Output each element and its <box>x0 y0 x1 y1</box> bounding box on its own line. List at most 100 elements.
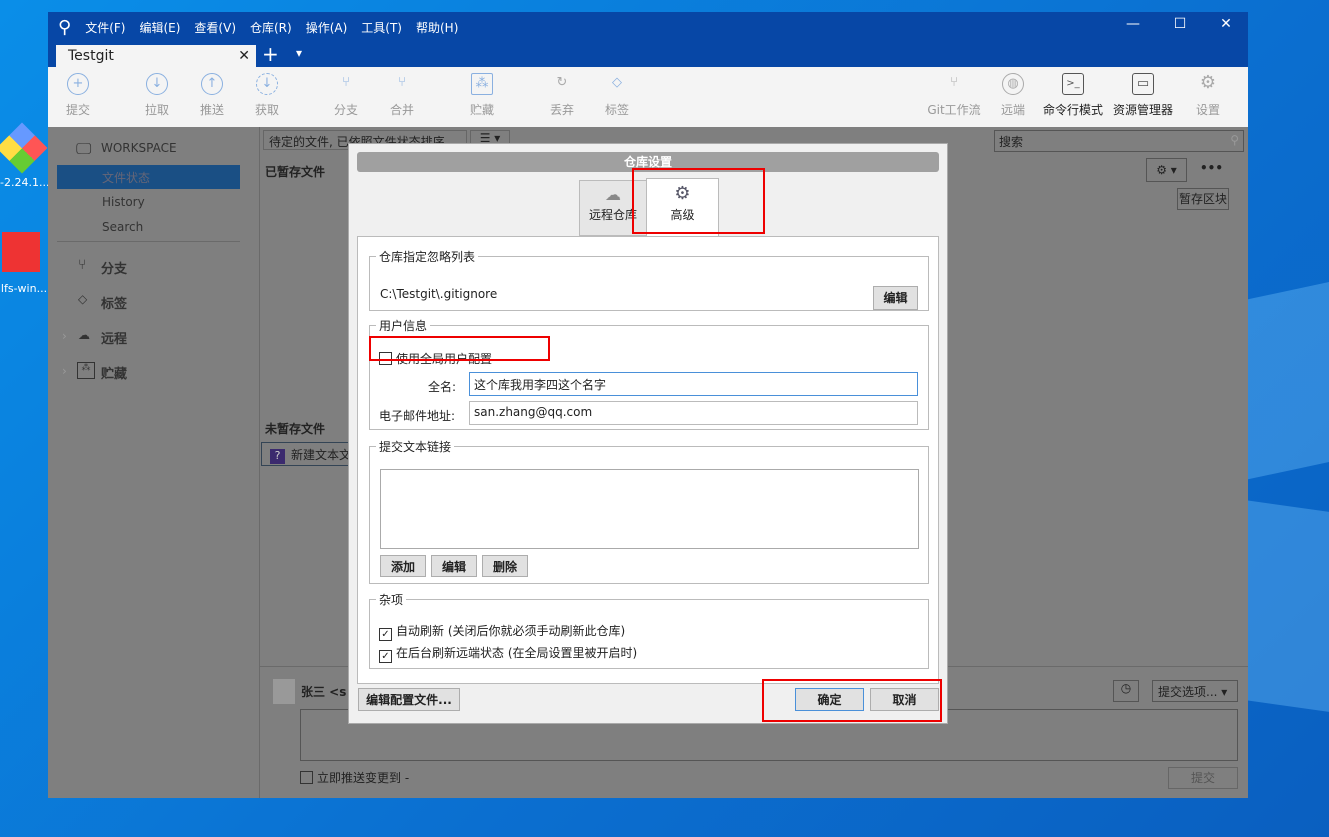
commit-options-dropdown[interactable]: 提交选项... ▾ <box>1152 680 1238 702</box>
sidebar-item-history[interactable]: History <box>102 195 145 209</box>
email-label: 电子邮件地址: <box>379 409 456 423</box>
tag-button[interactable]: ◇ 标签 <box>587 73 647 118</box>
sidebar-item-search[interactable]: Search <box>102 220 143 234</box>
settings-button[interactable]: ⚙ 设置 <box>1178 73 1238 118</box>
discard-button[interactable]: ↻ 丢弃 <box>532 73 592 118</box>
label: Git工作流 <box>927 103 981 117</box>
push-button[interactable]: ↑ 推送 <box>182 73 242 118</box>
label: 分支 <box>333 103 358 117</box>
label: 提交选项... <box>1158 685 1218 699</box>
fetch-button[interactable]: ↓ 获取 <box>237 73 297 118</box>
background-refresh-checkbox[interactable]: ✓ 在后台刷新远端状态 (在全局设置里被开启时) <box>379 644 637 663</box>
commit-text-links-group: 提交文本链接 添加 编辑 删除 <box>369 438 929 584</box>
git-flow-button[interactable]: ⑂ Git工作流 <box>924 73 984 118</box>
repo-tab-title: Testgit <box>68 48 114 64</box>
folder-icon: ▭ <box>1132 73 1154 95</box>
label: 设置 <box>1195 103 1220 117</box>
add-link-button[interactable]: 添加 <box>380 555 426 577</box>
chevron-right-icon[interactable]: › <box>62 364 67 378</box>
label: 资源管理器 <box>1112 103 1173 117</box>
merge-button[interactable]: ⑂ 合并 <box>372 73 432 118</box>
git-installer-icon <box>0 122 48 174</box>
desktop-icon-lfs[interactable]: lfs-win... <box>0 232 48 295</box>
avatar <box>273 679 295 704</box>
menu-help[interactable]: 帮助(H) <box>416 19 458 36</box>
group-label: 杂项 <box>379 593 404 607</box>
label: 推送 <box>199 103 224 117</box>
delete-link-button[interactable]: 删除 <box>482 555 528 577</box>
divider <box>57 241 240 242</box>
repo-tab[interactable]: Testgit ✕ <box>56 45 256 68</box>
sidebar-section-remotes[interactable]: 远程 <box>101 328 127 347</box>
label: 拉取 <box>144 103 169 117</box>
tab-dropdown-icon[interactable]: ▾ <box>296 46 302 60</box>
menu-repository[interactable]: 仓库(R) <box>250 19 292 36</box>
edit-ignore-button[interactable]: 编辑 <box>873 286 918 310</box>
links-list[interactable] <box>380 469 919 549</box>
menu-view[interactable]: 查看(V) <box>194 19 236 36</box>
close-button[interactable]: ✕ <box>1211 16 1241 32</box>
group-label: 仓库指定忽略列表 <box>379 250 476 264</box>
label: 文件状态 <box>102 171 151 185</box>
stash-icon: ⁂ <box>77 362 95 379</box>
commit-button[interactable]: + 提交 <box>48 73 108 118</box>
group-label: 用户信息 <box>379 319 428 333</box>
new-tab-button[interactable]: + <box>262 42 279 66</box>
monitor-icon: 🖵 <box>76 139 92 158</box>
label: 远程仓库 <box>588 208 637 222</box>
edit-config-file-button[interactable]: 编辑配置文件... <box>358 688 460 711</box>
sidebar-divider <box>259 127 260 798</box>
close-tab-icon[interactable]: ✕ <box>238 48 250 64</box>
misc-group: 杂项 ✓ 自动刷新 (关闭后你就必须手动刷新此仓库) ✓ 在后台刷新远端状态 (在全… <box>369 591 929 669</box>
search-input[interactable]: 搜索 ⚲ <box>994 130 1244 152</box>
staged-files-heading: 已暂存文件 <box>265 165 326 179</box>
remote-button[interactable]: ◍ 远端 <box>983 73 1043 118</box>
desktop-icon-label: lfs-win... <box>0 282 48 295</box>
push-now-checkbox[interactable]: 立即推送变更到 - <box>300 769 409 786</box>
pull-button[interactable]: ↓ 拉取 <box>127 73 187 118</box>
fetch-icon: ↓ <box>256 73 278 95</box>
stage-hunk-button[interactable]: 暂存区块 <box>1177 188 1229 210</box>
sidebar-section-tags[interactable]: 标签 <box>101 293 127 312</box>
history-clock-button[interactable]: ◷ <box>1113 680 1139 702</box>
label: 自动刷新 (关闭后你就必须手动刷新此仓库) <box>396 624 626 638</box>
email-input[interactable]: san.zhang@qq.com <box>469 401 918 425</box>
maximize-button[interactable]: ☐ <box>1165 16 1195 32</box>
sourcetree-logo-icon: ⚲ <box>58 16 72 38</box>
stash-button[interactable]: ⁂ 贮藏 <box>452 73 512 118</box>
sidebar-section-stashes[interactable]: 贮藏 <box>101 363 127 382</box>
placeholder: 搜索 <box>999 135 1024 149</box>
branch-button[interactable]: ⑂ 分支 <box>316 73 376 118</box>
sidebar-item-file-status[interactable]: 文件状态 <box>57 165 240 189</box>
minimize-button[interactable]: — <box>1118 16 1148 32</box>
label: 丢弃 <box>549 103 574 117</box>
ignore-list-group: 仓库指定忽略列表 C:\Testgit\.gitignore 编辑 <box>369 248 929 311</box>
file-row[interactable]: ? 新建文本文 <box>261 442 361 466</box>
menu-actions[interactable]: 操作(A) <box>306 19 348 36</box>
edit-link-button[interactable]: 编辑 <box>431 555 477 577</box>
chevron-right-icon[interactable]: › <box>62 329 67 343</box>
commit-submit-button[interactable]: 提交 <box>1168 767 1238 789</box>
desktop-icon-git[interactable]: -2.24.1... <box>0 122 49 189</box>
terminal-button[interactable]: >_ 命令行模式 <box>1038 73 1108 118</box>
more-icon[interactable]: ••• <box>1200 161 1223 175</box>
gear-icon: ⚙ <box>1199 72 1217 93</box>
menu-bar: ⚲ 文件(F) 编辑(E) 查看(V) 仓库(R) 操作(A) 工具(T) 帮助… <box>48 12 1248 42</box>
menu-edit[interactable]: 编辑(E) <box>139 19 180 36</box>
highlight-box <box>369 336 550 361</box>
tab-bar: Testgit ✕ + ▾ <box>48 42 1248 68</box>
full-name-input[interactable]: 这个库我用李四这个名字 <box>469 372 918 396</box>
label: 合并 <box>389 103 414 117</box>
options-gear-button[interactable]: ⚙ ▾ <box>1146 158 1187 182</box>
menu-file[interactable]: 文件(F) <box>85 19 125 36</box>
toolbar: + 提交 ↓ 拉取 ↑ 推送 ↓ 获取 ⑂ 分支 ⑂ 合并 ⁂ 贮藏 ↻ 丢弃 ◇ 标签 ⑂ Git… <box>48 67 1248 127</box>
tab-content: 仓库指定忽略列表 C:\Testgit\.gitignore 编辑 用户信息 使… <box>357 236 939 684</box>
author-label: 张三 <s <box>301 685 347 699</box>
explorer-button[interactable]: ▭ 资源管理器 <box>1108 73 1178 118</box>
lfs-installer-icon <box>2 232 40 272</box>
auto-refresh-checkbox[interactable]: ✓ 自动刷新 (关闭后你就必须手动刷新此仓库) <box>379 622 625 641</box>
unstaged-files-heading: 未暂存文件 <box>265 422 326 436</box>
sidebar-section-branches[interactable]: 分支 <box>101 258 127 277</box>
label: 贮藏 <box>469 103 494 117</box>
menu-tools[interactable]: 工具(T) <box>361 19 402 36</box>
